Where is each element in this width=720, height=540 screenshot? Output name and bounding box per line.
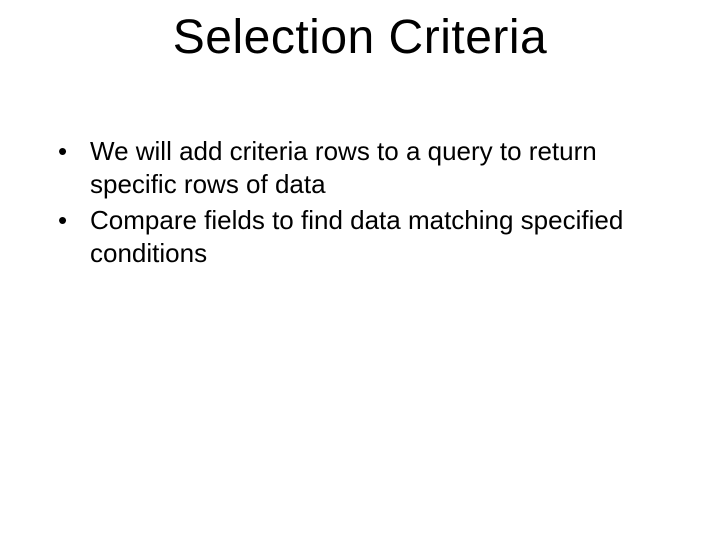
slide-title: Selection Criteria [40,10,680,65]
slide-container: Selection Criteria We will add criteria … [0,0,720,540]
bullet-item: Compare fields to find data matching spe… [40,204,680,269]
bullet-list: We will add criteria rows to a query to … [40,135,680,269]
bullet-item: We will add criteria rows to a query to … [40,135,680,200]
